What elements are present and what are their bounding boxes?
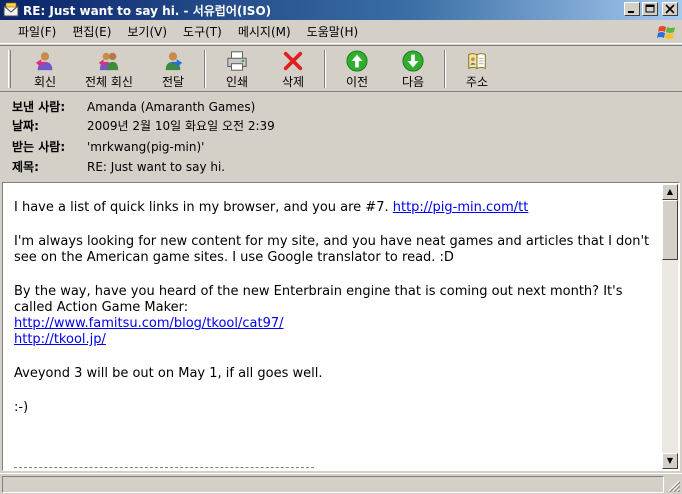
scroll-up-arrow-icon: ▲ bbox=[666, 187, 674, 196]
forward-label: 전달 bbox=[161, 75, 185, 89]
scrollbar-thumb[interactable] bbox=[662, 200, 678, 260]
link-tkool[interactable]: http://tkool.jp/ bbox=[14, 332, 106, 347]
body-text: I have a list of quick links in my brows… bbox=[14, 200, 393, 215]
addresses-label: 주소 bbox=[465, 75, 489, 89]
address-book-icon bbox=[468, 53, 486, 70]
scroll-down-arrow-icon: ▼ bbox=[666, 456, 674, 465]
body-paragraph: I have a list of quick links in my brows… bbox=[14, 200, 652, 216]
down-arrow-icon bbox=[402, 50, 424, 72]
windows-logo-icon bbox=[656, 22, 678, 44]
signature-divider bbox=[14, 467, 314, 468]
delete-button[interactable]: 삭제 bbox=[265, 46, 321, 90]
resize-grip-icon[interactable] bbox=[668, 480, 680, 492]
subject-label: 제목: bbox=[12, 160, 39, 174]
menu-view[interactable]: 보기(V) bbox=[119, 21, 175, 42]
reply-all-button[interactable]: 전체 회신 bbox=[73, 46, 145, 90]
message-body[interactable]: I have a list of quick links in my brows… bbox=[4, 184, 662, 469]
reply-all-icon bbox=[98, 52, 119, 71]
header-to: 받는 사람: 'mrkwang(pig-min)' bbox=[12, 138, 204, 155]
subject-value: RE: Just want to say hi. bbox=[87, 159, 226, 174]
date-label: 날짜: bbox=[12, 119, 39, 133]
header-date: 날짜: 2009년 2월 10일 화요일 오전 2:39 bbox=[12, 117, 275, 134]
header-subject: 제목: RE: Just want to say hi. bbox=[12, 158, 225, 175]
header-from: 보낸 사람: Amanda (Amaranth Games) bbox=[12, 98, 255, 115]
scroll-up-button[interactable]: ▲ bbox=[662, 184, 678, 200]
close-icon bbox=[665, 4, 675, 14]
up-arrow-icon bbox=[346, 50, 368, 72]
delete-x-icon bbox=[283, 51, 303, 71]
from-label: 보낸 사람: bbox=[12, 100, 66, 114]
maximize-icon bbox=[645, 4, 655, 13]
next-button[interactable]: 다음 bbox=[385, 46, 441, 90]
addresses-button[interactable]: 주소 bbox=[449, 46, 505, 90]
close-button[interactable] bbox=[662, 2, 678, 16]
toolbar: 회신 전체 회신 전달 인쇄 삭제 이전 다음 주소 bbox=[0, 45, 682, 92]
window-title: RE: Just want to say hi. - 서유럽어(ISO) bbox=[23, 3, 272, 18]
to-label: 받는 사람: bbox=[12, 140, 66, 154]
title-bar[interactable]: RE: Just want to say hi. - 서유럽어(ISO) bbox=[0, 0, 682, 20]
body-paragraph: By the way, have you heard of the new En… bbox=[14, 284, 652, 348]
reply-label: 회신 bbox=[33, 75, 57, 89]
print-label: 인쇄 bbox=[225, 75, 249, 89]
menu-edit[interactable]: 편집(E) bbox=[64, 21, 119, 42]
delete-label: 삭제 bbox=[281, 75, 305, 89]
date-value: 2009년 2월 10일 화요일 오전 2:39 bbox=[87, 119, 275, 133]
window-controls bbox=[624, 2, 678, 16]
message-headers: 보낸 사람: Amanda (Amaranth Games) 날짜: 2009년… bbox=[0, 93, 682, 179]
forward-button[interactable]: 전달 bbox=[145, 46, 201, 90]
link-pig-min[interactable]: http://pig-min.com/tt bbox=[393, 200, 529, 215]
menu-bar: 파일(F) 편집(E) 보기(V) 도구(T) 메시지(M) 도움말(H) bbox=[0, 20, 682, 44]
reply-icon bbox=[35, 52, 53, 71]
body-text: By the way, have you heard of the new En… bbox=[14, 284, 623, 315]
envelope-icon bbox=[3, 2, 19, 18]
print-button[interactable]: 인쇄 bbox=[209, 46, 265, 90]
toolbar-separator bbox=[444, 50, 446, 88]
scroll-down-button[interactable]: ▼ bbox=[662, 453, 678, 469]
from-value[interactable]: Amanda (Amaranth Games) bbox=[87, 100, 255, 114]
previous-button[interactable]: 이전 bbox=[329, 46, 385, 90]
reply-button[interactable]: 회신 bbox=[17, 46, 73, 90]
to-value[interactable]: 'mrkwang(pig-min)' bbox=[87, 140, 204, 154]
status-bar bbox=[0, 473, 682, 494]
maximize-button[interactable] bbox=[642, 2, 658, 16]
status-pane bbox=[2, 476, 664, 493]
menu-tools[interactable]: 도구(T) bbox=[175, 21, 230, 42]
minimize-button[interactable] bbox=[624, 2, 640, 16]
menu-help[interactable]: 도움말(H) bbox=[299, 21, 367, 42]
toolbar-separator bbox=[324, 50, 326, 88]
toolbar-separator bbox=[204, 50, 206, 88]
menu-message[interactable]: 메시지(M) bbox=[230, 21, 299, 42]
link-famitsu[interactable]: http://www.famitsu.com/blog/tkool/cat97/ bbox=[14, 316, 284, 331]
menu-file[interactable]: 파일(F) bbox=[10, 21, 64, 42]
printer-icon bbox=[227, 51, 247, 71]
body-paragraph: :-) bbox=[14, 400, 29, 415]
previous-label: 이전 bbox=[345, 75, 369, 89]
body-paragraph: I'm always looking for new content for m… bbox=[14, 234, 650, 265]
reply-all-label: 전체 회신 bbox=[85, 75, 133, 89]
minimize-icon bbox=[628, 11, 634, 13]
forward-icon bbox=[165, 52, 183, 71]
body-paragraph: Aveyond 3 will be out on May 1, if all g… bbox=[14, 366, 323, 381]
message-body-frame: I have a list of quick links in my brows… bbox=[2, 182, 680, 471]
next-label: 다음 bbox=[401, 75, 425, 89]
vertical-scrollbar[interactable]: ▲ ▼ bbox=[662, 184, 678, 469]
toolbar-grip[interactable] bbox=[8, 50, 11, 88]
